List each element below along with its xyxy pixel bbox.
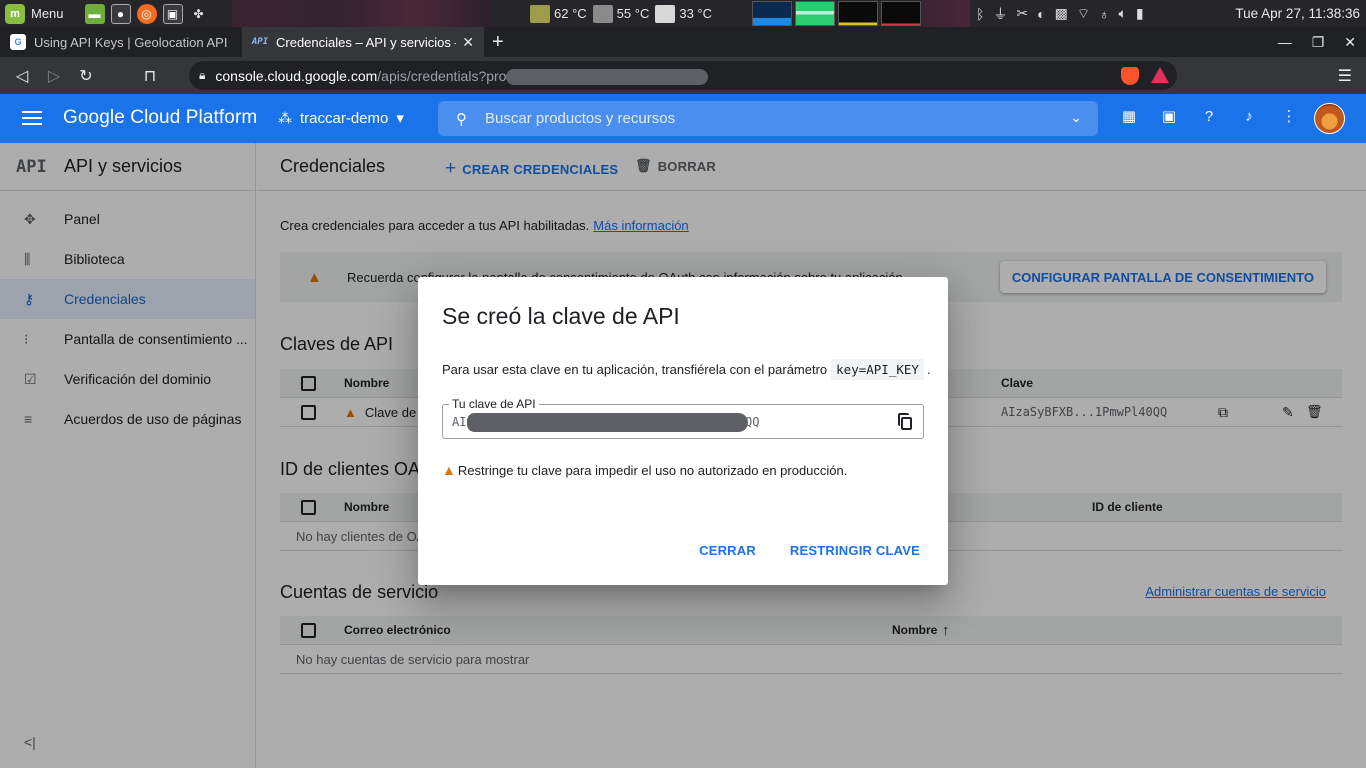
os-taskbar: m Menu ▬ ● ◎ ▣ ✤ 62 °C 55 °C 33 °C ᛒ ⏚ ✂…	[0, 0, 1366, 27]
dialog-description: Para usar esta clave en tu aplicación, t…	[442, 359, 931, 380]
notifications-icon[interactable]: ♪	[1239, 106, 1259, 126]
api-key-value-end: QQ	[745, 415, 760, 429]
tab-title: Credenciales – API y servicios –	[276, 34, 457, 50]
project-icon: ⁂	[278, 109, 292, 126]
linux-mint-menu-icon[interactable]: m	[5, 3, 25, 24]
search-expand-icon[interactable]: ⌄	[1070, 109, 1082, 126]
search-input[interactable]	[485, 110, 1025, 127]
camera-app-icon[interactable]: ●	[110, 3, 131, 24]
copy-key-icon[interactable]	[897, 413, 915, 431]
lightbulb-icon[interactable]: ♁	[1099, 6, 1110, 22]
close-window-icon[interactable]: ✕	[1344, 34, 1356, 51]
files-app-icon[interactable]: ▬	[84, 3, 105, 24]
night-light-icon[interactable]: ◐	[1037, 6, 1045, 22]
extensions-app-icon[interactable]: ✤	[189, 4, 209, 24]
avatar[interactable]	[1314, 103, 1345, 134]
project-dropdown-icon: ▾	[396, 110, 404, 127]
restrict-key-button[interactable]: RESTRINGIR CLAVE	[790, 543, 920, 558]
gcp-top-bar: Google Cloud Platform ⁂ traccar-demo ▾ ⚲…	[0, 94, 1366, 143]
sensor-ram-temp: 33 °C	[679, 6, 713, 21]
system-tray: ᛒ ⏚ ✂ ◐ ▩ ⌔ ♁ 🔈︎ ▮	[976, 0, 1144, 27]
help-icon[interactable]: ?	[1199, 106, 1219, 126]
sensor-cpu-temp: 62 °C	[554, 6, 587, 21]
tab-close-icon[interactable]: ✕	[462, 34, 474, 51]
wifi-icon[interactable]: ⌔	[1077, 5, 1090, 23]
browser-toolbar: ◁ ▷ ↻ ⊓ 🔒︎ console.cloud.google.com/apis…	[0, 57, 1366, 94]
brave-rewards-icon[interactable]	[1151, 67, 1169, 83]
gcp-brand[interactable]: Google Cloud Platform	[63, 107, 257, 129]
api-key-field[interactable]: Tu clave de API AI QQ	[442, 397, 924, 439]
os-clock[interactable]: Tue Apr 27, 11:38:36	[1235, 0, 1360, 27]
project-selector[interactable]: ⁂ traccar-demo ▾	[278, 109, 404, 128]
minimize-icon[interactable]: —	[1278, 34, 1292, 50]
screenshot-app-icon[interactable]: ▣	[162, 3, 183, 24]
lock-icon[interactable]: 🔒︎	[199, 68, 205, 83]
search-icon: ⚲	[456, 110, 467, 128]
battery-icon[interactable]: ▮	[1136, 5, 1144, 22]
system-monitor-graphs	[752, 1, 921, 26]
bookmark-icon[interactable]: ⊓	[134, 61, 166, 91]
window-controls: — ❐ ✕	[1278, 27, 1356, 57]
usb-icon[interactable]: ⏚	[993, 4, 1007, 24]
more-vert-icon[interactable]: ⋮	[1279, 106, 1299, 126]
dialog-warning-text: Restringe tu clave para impedir el uso n…	[457, 462, 848, 478]
brave-shields-icon[interactable]	[1121, 67, 1139, 85]
header-actions: ▦ ▣ ? ♪ ⋮	[1119, 106, 1299, 126]
maximize-icon[interactable]: ❐	[1312, 34, 1325, 51]
project-name: traccar-demo	[300, 109, 389, 127]
tab-title: Using API Keys | Geolocation API	[34, 34, 228, 50]
search-bar: ⚲ ⌄	[438, 101, 1098, 136]
desc-end: .	[926, 362, 931, 377]
taskbar-wallpaper-strip-right	[922, 0, 970, 27]
network-graph	[838, 1, 878, 26]
dialog-actions: CERRAR RESTRINGIR CLAVE	[699, 543, 920, 558]
new-tab-icon[interactable]: +	[492, 31, 504, 54]
close-button[interactable]: CERRAR	[699, 543, 756, 558]
google-favicon-icon: G	[10, 34, 26, 50]
disk-graph	[881, 1, 921, 26]
url-redaction	[506, 69, 708, 85]
url-host: console.cloud.google.com	[215, 67, 378, 84]
back-icon[interactable]: ◁	[6, 61, 38, 91]
taskbar-wallpaper-strip	[231, 0, 492, 27]
forward-icon[interactable]: ▷	[38, 61, 70, 91]
desc-code: key=API_KEY	[831, 359, 924, 380]
ram-chip-icon	[655, 4, 676, 23]
browser-tab-bar: G Using API Keys | Geolocation API API C…	[0, 27, 1366, 57]
api-key-created-dialog: Se creó la clave de API Para usar esta c…	[418, 277, 948, 585]
firefox-app-icon[interactable]: ◎	[136, 3, 157, 24]
disk-chip-icon	[592, 4, 613, 23]
nav-menu-icon[interactable]	[22, 108, 42, 128]
sensor-disk-temp: 55 °C	[616, 6, 650, 21]
os-menu-label[interactable]: Menu	[31, 6, 64, 21]
volume-icon[interactable]: 🔈︎	[1119, 5, 1127, 22]
bluetooth-icon[interactable]: ᛒ	[976, 6, 984, 22]
api-key-redaction	[467, 413, 748, 432]
cloud-shell-icon[interactable]: ▣	[1159, 106, 1179, 126]
tab-credenciales[interactable]: API Credenciales – API y servicios – ✕	[242, 27, 484, 57]
tab-geolocation-docs[interactable]: G Using API Keys | Geolocation API	[0, 27, 242, 57]
temperature-sensors: 62 °C 55 °C 33 °C	[530, 0, 712, 27]
display-icon[interactable]: ▩	[1055, 5, 1068, 22]
memory-graph	[795, 1, 835, 26]
url-path: /apis/credentials?pro	[377, 67, 507, 84]
cpu-chip-icon	[530, 4, 550, 23]
scissors-icon[interactable]: ✂	[1016, 5, 1028, 22]
cpu-graph	[752, 1, 792, 26]
gift-icon[interactable]: ▦	[1119, 106, 1139, 126]
dialog-title: Se creó la clave de API	[442, 303, 680, 329]
api-key-field-label: Tu clave de API	[449, 397, 539, 411]
dialog-warning: ▲ Restringe tu clave para impedir el uso…	[442, 462, 847, 478]
address-bar[interactable]: 🔒︎ console.cloud.google.com/apis/credent…	[189, 61, 1177, 90]
browser-menu-icon[interactable]: ☰	[1338, 66, 1352, 86]
desc-text: Para usar esta clave en tu aplicación, t…	[442, 362, 828, 377]
api-favicon-icon: API	[251, 37, 269, 47]
warning-icon: ▲	[442, 462, 456, 478]
reload-icon[interactable]: ↻	[70, 61, 102, 91]
api-key-value-start: AI	[452, 415, 467, 429]
